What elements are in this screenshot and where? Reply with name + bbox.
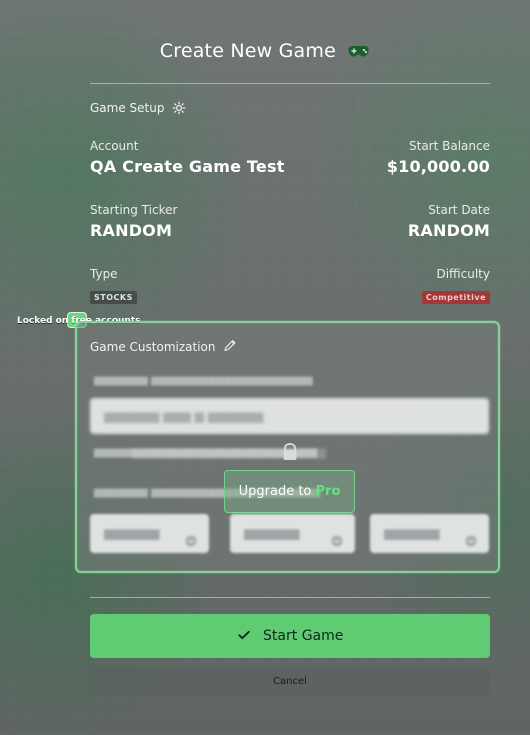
game-customization-label: Game Customization xyxy=(90,339,237,356)
chevron-down-icon xyxy=(185,524,197,563)
start-balance-label: Start Balance xyxy=(409,139,490,153)
bottom-divider xyxy=(90,597,490,598)
option-select-1[interactable]: ▆▆▆▆▆▆ xyxy=(90,514,209,553)
blurred-field-label-1: ▆▆▆▆▆▆▆ ▆▆▆▆▆▆▆▆▆▆▆▆▆▆▆▆▆▆▆▆▆ xyxy=(94,375,313,386)
controller-icon xyxy=(348,42,370,64)
starting-ticker-value: RANDOM xyxy=(90,221,173,240)
option-select-3[interactable]: ▆▆▆▆▆▆ xyxy=(370,514,489,553)
start-game-button[interactable]: Start Game xyxy=(90,614,490,658)
type-badge: STOCKS xyxy=(90,291,137,304)
chevron-down-icon xyxy=(465,524,477,563)
difficulty-badge: Competitive xyxy=(421,291,490,304)
start-balance-field: Start Balance $10,000.00 xyxy=(387,139,490,176)
modal-title-text: Create New Game xyxy=(159,40,336,62)
pencil-icon xyxy=(223,339,237,356)
search-input[interactable]: ▆▆▆▆▆▆ ▆▆▆ ▆ ▆▆▆▆▆▆ ▆▆▆▆▆▆▆▆▆▆▆▆▆▆▆▆▆▆▆▆… xyxy=(90,398,489,459)
upgrade-button-text: Upgrade to xyxy=(238,484,316,499)
top-divider xyxy=(90,83,490,84)
upgrade-button[interactable]: Upgrade to Pro xyxy=(224,470,355,513)
type-label: Type xyxy=(90,267,118,281)
game-setup-text: Game Setup xyxy=(90,101,165,115)
start-date-label: Start Date xyxy=(428,203,490,217)
game-customization-text: Game Customization xyxy=(90,340,216,354)
type-field: Type STOCKS xyxy=(90,267,137,304)
starting-ticker-label: Starting Ticker xyxy=(90,203,178,217)
modal-title: Create New Game xyxy=(0,40,530,64)
starting-ticker-field: Starting Ticker RANDOM xyxy=(90,203,177,240)
upgrade-button-highlight: Pro xyxy=(315,484,341,499)
start-date-value: RANDOM xyxy=(407,221,490,240)
cancel-button[interactable]: Cancel xyxy=(90,667,490,696)
check-icon xyxy=(237,616,251,660)
account-field: Account QA Create Game Test xyxy=(90,139,285,176)
gear-icon xyxy=(172,101,186,118)
difficulty-field: Difficulty Competitive xyxy=(421,267,490,304)
difficulty-label: Difficulty xyxy=(436,267,490,281)
game-setup-label: Game Setup xyxy=(90,101,186,118)
start-game-text: Start Game xyxy=(263,628,344,644)
cancel-button-text: Cancel xyxy=(273,676,307,687)
account-value: QA Create Game Test xyxy=(90,157,285,176)
account-label: Account xyxy=(90,139,139,153)
start-balance-value: $10,000.00 xyxy=(386,157,490,176)
chevron-down-icon xyxy=(331,524,343,563)
start-date-field: Start Date RANDOM xyxy=(408,203,490,240)
option-select-2[interactable]: ▆▆▆▆▆▆ xyxy=(230,514,355,553)
lock-icon xyxy=(280,442,300,466)
